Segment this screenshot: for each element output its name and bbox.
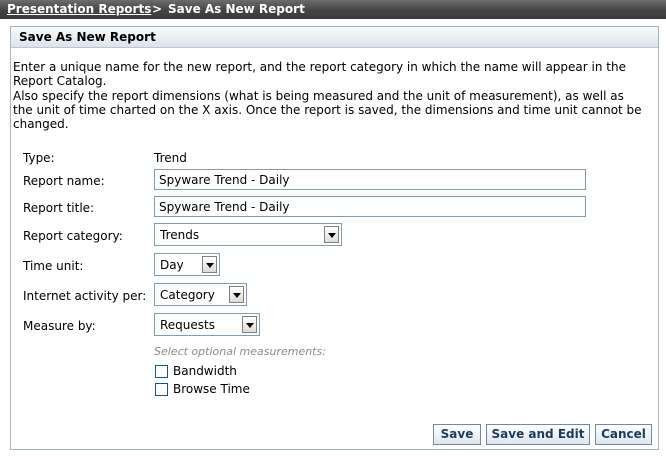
- browse-time-checkbox[interactable]: [155, 383, 168, 396]
- chevron-down-icon[interactable]: [242, 316, 257, 333]
- breadcrumb-current-page: Save As New Report: [168, 2, 305, 16]
- time-unit-value: Day: [160, 258, 184, 272]
- panel-title: Save As New Report: [19, 30, 156, 44]
- report-category-value: Trends: [160, 228, 200, 242]
- chevron-down-icon[interactable]: [229, 286, 244, 303]
- panel-header: Save As New Report: [11, 27, 658, 48]
- save-button[interactable]: Save: [433, 424, 481, 445]
- measure-by-value: Requests: [160, 318, 215, 332]
- chevron-down-icon[interactable]: [324, 226, 339, 243]
- measure-by-label: Measure by:: [23, 319, 96, 333]
- description-paragraph-1: Enter a unique name for the new report, …: [13, 60, 626, 88]
- internet-activity-value: Category: [160, 288, 215, 302]
- report-category-label: Report category:: [23, 229, 123, 243]
- report-name-input[interactable]: [154, 169, 586, 190]
- internet-activity-label: Internet activity per:: [23, 289, 147, 303]
- breadcrumb-separator: >: [152, 2, 163, 16]
- report-title-label: Report title:: [23, 201, 95, 215]
- type-label: Type:: [23, 151, 55, 165]
- type-value: Trend: [154, 151, 187, 165]
- bandwidth-label: Bandwidth: [173, 364, 237, 378]
- report-category-select[interactable]: Trends: [154, 223, 342, 246]
- save-and-edit-button[interactable]: Save and Edit: [486, 424, 590, 445]
- internet-activity-select[interactable]: Category: [154, 283, 247, 306]
- measure-by-select[interactable]: Requests: [154, 313, 260, 336]
- report-name-label: Report name:: [23, 174, 105, 188]
- breadcrumb: Presentation Reports > Save As New Repor…: [0, 0, 666, 19]
- browse-time-label: Browse Time: [173, 382, 250, 396]
- optional-measurements-hint: Select optional measurements:: [154, 345, 326, 358]
- report-title-input[interactable]: [154, 196, 586, 217]
- time-unit-select[interactable]: Day: [154, 253, 220, 276]
- breadcrumb-link-presentation-reports[interactable]: Presentation Reports: [7, 0, 151, 19]
- chevron-down-icon[interactable]: [202, 256, 217, 273]
- time-unit-label: Time unit:: [23, 259, 84, 273]
- bandwidth-checkbox[interactable]: [155, 365, 168, 378]
- cancel-button[interactable]: Cancel: [595, 424, 652, 445]
- description-paragraph-2: Also specify the report dimensions (what…: [13, 89, 642, 131]
